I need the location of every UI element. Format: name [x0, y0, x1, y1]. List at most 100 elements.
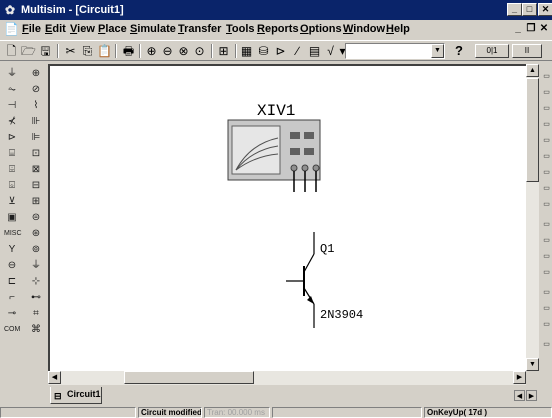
zoom-fit-icon[interactable]: ⊙ — [191, 43, 208, 59]
horizontal-scrollbar[interactable]: ◀ ▶ — [48, 371, 526, 385]
place-connector-icon[interactable]: ⊸ — [4, 306, 20, 322]
postprocessor-icon[interactable]: ▤ — [306, 43, 323, 59]
close-button[interactable]: ✕ — [538, 3, 552, 16]
run-switch[interactable]: 0|1 — [475, 44, 509, 58]
menu-tools[interactable]: Tools — [226, 23, 255, 35]
logic-analyzer-icon[interactable]: ▭ — [541, 166, 552, 180]
menu-file[interactable]: File — [22, 23, 41, 35]
pause-button[interactable]: II — [512, 44, 542, 58]
open-icon[interactable]: 🗁 — [20, 43, 37, 59]
scroll-down-icon[interactable]: ▼ — [526, 358, 539, 371]
menu-simulate[interactable]: Simulate — [130, 23, 176, 35]
virtual-rated-icon[interactable]: ⊟ — [28, 178, 44, 194]
menu-place[interactable]: Place — [98, 23, 127, 35]
scroll-up-icon[interactable]: ▲ — [526, 64, 539, 77]
misc-digital-icon[interactable]: ⌺ — [4, 178, 20, 194]
wire-icon[interactable]: ∕ — [289, 43, 306, 59]
virtual-switch-icon[interactable]: ⊷ — [28, 290, 44, 306]
cut-icon[interactable]: ✂ — [62, 43, 79, 59]
virtual-ground-icon[interactable]: ⏚ — [28, 258, 44, 274]
distortion-analyzer-icon[interactable]: ▭ — [541, 198, 552, 212]
virtual-3d-icon[interactable]: ⊞ — [28, 194, 44, 210]
tab-scroll-left-icon[interactable]: ◀ — [514, 390, 525, 401]
paste-icon[interactable]: 📋 — [96, 43, 113, 59]
document-icon[interactable]: 📄 — [4, 22, 20, 37]
wattmeter-icon[interactable]: ▭ — [541, 102, 552, 116]
mdi-minimize-button[interactable]: _ — [512, 23, 524, 35]
source-icon[interactable]: ⏚ — [4, 66, 20, 82]
menu-reports[interactable]: Reports — [257, 23, 299, 35]
vertical-scroll-thumb[interactable] — [526, 78, 539, 182]
oscilloscope-icon[interactable]: ▭ — [541, 118, 552, 132]
hierarchy-icon[interactable]: ⊞ — [215, 43, 232, 59]
misc-icon[interactable]: MISC — [4, 226, 22, 242]
virtual-measurement-icon[interactable]: ⊠ — [28, 162, 44, 178]
transistor-q1[interactable] — [286, 232, 315, 328]
place-bus-icon[interactable]: ⊏ — [4, 274, 20, 290]
zoom-out-icon[interactable]: ⊖ — [159, 43, 176, 59]
virtual-sources-icon[interactable]: ⊛ — [28, 226, 44, 242]
mdi-restore-button[interactable]: ❐ — [525, 23, 537, 35]
database-icon[interactable]: ⛁ — [255, 43, 272, 59]
virtual-diode-icon[interactable]: ⌇ — [28, 98, 44, 114]
measurement-probe-icon[interactable]: ▭ — [541, 338, 552, 352]
minimize-button[interactable]: _ — [507, 3, 522, 16]
virtual-relay-icon[interactable]: ⌗ — [28, 306, 44, 322]
menu-options[interactable]: Options — [300, 23, 342, 35]
network-analyzer-icon[interactable]: ▭ — [541, 234, 552, 248]
tab-scroll-right-icon[interactable]: ▶ — [526, 390, 537, 401]
agilent-generator-icon[interactable]: ▭ — [541, 286, 552, 300]
agilent-multimeter-icon[interactable]: ▭ — [541, 302, 552, 316]
chevron-down-icon[interactable]: ▼ — [431, 44, 444, 58]
scroll-right-icon[interactable]: ▶ — [513, 371, 526, 384]
component-icon[interactable]: ⊳ — [272, 43, 289, 59]
mdi-close-button[interactable]: ✕ — [538, 23, 550, 35]
virtual-misc-icon[interactable]: ⊡ — [28, 146, 44, 162]
transistor-value-label[interactable]: 2N3904 — [320, 308, 363, 322]
iv-analyzer-instrument[interactable] — [227, 119, 321, 192]
logic-converter-icon[interactable]: ▭ — [541, 182, 552, 196]
word-generator-icon[interactable]: ▭ — [541, 150, 552, 164]
mixed-icon[interactable]: ⊻ — [4, 194, 20, 210]
new-icon[interactable]: 🗋 — [3, 43, 20, 59]
diode-icon[interactable]: ⊣ — [4, 98, 20, 114]
multisim-app-icon[interactable]: ✿ — [3, 3, 17, 17]
agilent-oscilloscope-icon[interactable]: ▭ — [541, 318, 552, 332]
function-generator-icon[interactable]: ▭ — [541, 86, 552, 100]
zoom-area-icon[interactable]: ⊗ — [175, 43, 192, 59]
tab-circuit1[interactable]: ⊟ Circuit1 — [50, 387, 102, 404]
menu-edit[interactable]: Edit — [45, 23, 66, 35]
hierarchical-block-icon[interactable]: ⌐ — [4, 290, 20, 306]
ttl-icon[interactable]: ⌸ — [4, 146, 20, 162]
zoom-in-icon[interactable]: ⊕ — [143, 43, 160, 59]
print-icon[interactable]: 🖶 — [120, 43, 137, 59]
menu-view[interactable]: View — [70, 23, 95, 35]
maximize-button[interactable]: □ — [522, 3, 537, 16]
multimeter-icon[interactable]: ▭ — [541, 70, 552, 84]
vertical-scrollbar[interactable]: ▲ ▼ — [526, 64, 539, 371]
virtual-transistor-icon[interactable]: ⊪ — [28, 114, 44, 130]
electromechanical-icon[interactable]: ⊖ — [4, 258, 20, 274]
instrument-ref-label[interactable]: XIV1 — [257, 102, 295, 120]
virtual-lamp-icon[interactable]: ⌘ — [28, 322, 44, 338]
basic-icon[interactable]: ⏦ — [4, 82, 20, 98]
com-icon[interactable]: COM — [4, 322, 20, 338]
copy-icon[interactable]: ⎘ — [79, 43, 96, 59]
analog-icon[interactable]: ⊳ — [4, 130, 20, 146]
spreadsheet-icon[interactable]: ▦ — [238, 43, 255, 59]
menu-window[interactable]: Window — [343, 23, 385, 35]
virtual-power-icon[interactable]: ⊜ — [28, 210, 44, 226]
save-icon[interactable]: 🖫 — [37, 43, 54, 59]
schematic-canvas[interactable]: XIV1 Q1 2N3904 — [48, 64, 526, 371]
virtual-connector-icon[interactable]: ⊹ — [28, 274, 44, 290]
scroll-left-icon[interactable]: ◀ — [48, 371, 61, 384]
bode-plotter-icon[interactable]: ▭ — [541, 134, 552, 148]
virtual-analog-icon[interactable]: ⊫ — [28, 130, 44, 146]
rf-icon[interactable]: Y — [4, 242, 20, 258]
spectrum-analyzer-icon[interactable]: ▭ — [541, 218, 552, 232]
virtual-source-icon[interactable]: ⊕ — [28, 66, 44, 82]
virtual-signal-icon[interactable]: ⊚ — [28, 242, 44, 258]
component-combo[interactable]: ▼ — [345, 43, 445, 59]
help-button[interactable]: ? — [450, 43, 468, 59]
cmos-icon[interactable]: ⌹ — [4, 162, 20, 178]
